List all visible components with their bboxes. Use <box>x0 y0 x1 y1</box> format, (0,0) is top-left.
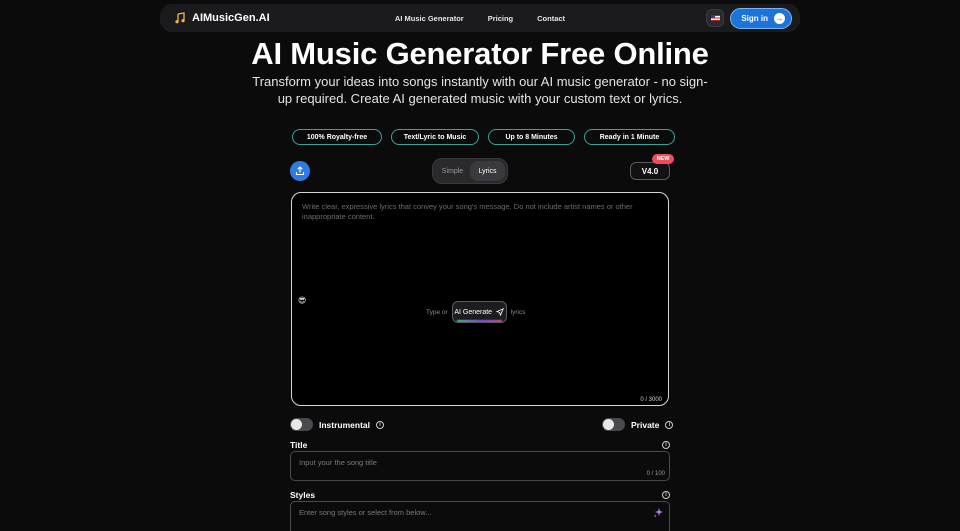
language-selector[interactable] <box>706 9 725 27</box>
title-placeholder: Input your the song title <box>299 458 377 467</box>
private-label: Private <box>631 419 660 430</box>
brand-name: AIMusicGen.AI <box>192 12 270 24</box>
sign-in-label: Sign in <box>741 13 768 23</box>
info-icon[interactable]: i <box>662 441 670 449</box>
badge-text-lyric: Text/Lyric to Music <box>391 129 479 145</box>
styles-label: Styles <box>290 490 316 500</box>
ai-generate-label: AI Generate <box>454 308 493 316</box>
badge-royalty-free: 100% Royalty-free <box>292 129 382 145</box>
type-or-label: Type or <box>426 308 448 316</box>
styles-placeholder: Enter song styles or select from below..… <box>299 508 432 517</box>
lyrics-placeholder: Write clear, expressive lyrics that conv… <box>302 202 633 221</box>
upload-button[interactable] <box>290 161 310 181</box>
styles-input[interactable]: Enter song styles or select from below..… <box>290 501 670 531</box>
feature-badges: 100% Royalty-free Text/Lyric to Music Up… <box>292 129 675 145</box>
badge-ready-1-minute: Ready in 1 Minute <box>584 129 675 145</box>
private-switch[interactable] <box>602 418 625 431</box>
mode-simple-tab[interactable]: Simple <box>435 161 470 181</box>
title-label: Title <box>290 440 308 450</box>
title-input[interactable]: Input your the song title 0 / 100 <box>290 451 670 481</box>
private-toggle-row: Private i <box>602 418 674 431</box>
instrumental-toggle-row: Instrumental i <box>290 418 385 431</box>
music-note-icon <box>175 12 185 24</box>
info-icon[interactable]: i <box>665 420 674 429</box>
brand[interactable]: AIMusicGen.AI <box>174 12 270 24</box>
send-icon <box>496 308 505 316</box>
nav-actions: Sign in → <box>706 7 792 29</box>
nav-link-pricing[interactable]: Pricing <box>476 14 525 23</box>
ai-generate-button[interactable]: AI Generate <box>451 301 507 323</box>
lyrics-textarea[interactable]: Write clear, expressive lyrics that conv… <box>291 192 669 406</box>
lyrics-word-label: lyrics <box>510 308 526 316</box>
title-char-count: 0 / 100 <box>646 471 665 477</box>
us-flag-icon <box>710 15 720 21</box>
ai-generate-row: Type or AI Generate lyrics <box>426 301 526 323</box>
sparkle-icon[interactable] <box>653 507 664 518</box>
version-selector[interactable]: V4.0 <box>630 162 670 180</box>
instrumental-label: Instrumental <box>319 419 371 430</box>
info-icon[interactable]: i <box>376 420 385 429</box>
sign-in-button[interactable]: Sign in → <box>730 7 792 29</box>
page-subtitle: Transform your ideas into songs instantl… <box>252 74 708 106</box>
mode-toggle: Simple Lyrics <box>432 158 508 184</box>
top-navbar: AIMusicGen.AI AI Music Generator Pricing… <box>160 4 800 32</box>
arrow-right-icon: → <box>774 12 785 24</box>
instrumental-switch[interactable] <box>290 418 313 431</box>
lyrics-char-count: 0 / 3000 <box>640 397 662 403</box>
upload-icon <box>295 166 305 176</box>
new-badge: NEW <box>652 154 674 164</box>
nav-link-ai-music-generator[interactable]: AI Music Generator <box>383 14 476 23</box>
page-title: AI Music Generator Free Online <box>251 36 709 71</box>
nav-link-contact[interactable]: Contact <box>525 14 577 23</box>
emoji-icon[interactable]: 😎 <box>298 296 306 305</box>
badge-up-to-8-minutes: Up to 8 Minutes <box>488 129 575 145</box>
mode-lyrics-tab[interactable]: Lyrics <box>470 161 505 181</box>
info-icon[interactable]: i <box>662 491 670 499</box>
